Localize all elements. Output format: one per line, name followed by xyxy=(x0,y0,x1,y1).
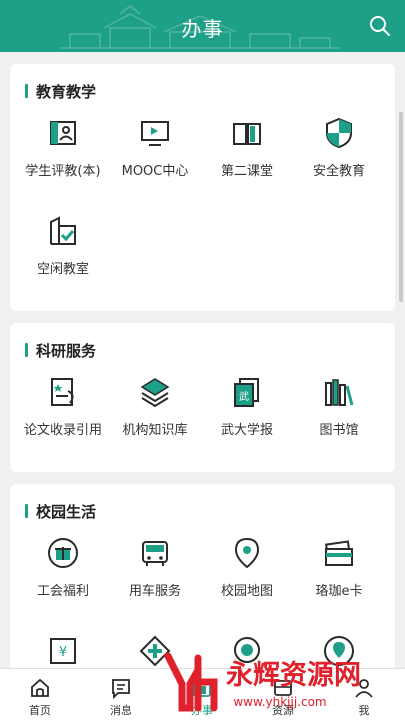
card-icon xyxy=(325,540,353,566)
library-books-icon xyxy=(325,379,354,406)
service-second-classroom[interactable]: 第二课堂 xyxy=(199,116,295,179)
service-knowledge-base[interactable]: 机构知识库 xyxy=(107,375,203,438)
video-screen-icon xyxy=(141,121,169,146)
message-icon xyxy=(112,679,130,699)
service-label: 武大学报 xyxy=(220,423,273,438)
yen-wallet-icon: ¥ xyxy=(50,638,76,664)
service-label: 珞珈e卡 xyxy=(315,584,363,599)
paper-star-icon xyxy=(51,378,74,406)
app-header: 办事 xyxy=(0,0,405,52)
section-title: 科研服务 xyxy=(25,341,97,360)
service-ecard[interactable]: 珞珈e卡 xyxy=(291,536,387,599)
tab-messages[interactable]: 消息 xyxy=(86,677,156,718)
service-label: 用车服务 xyxy=(128,584,181,599)
service-label: 安全教育 xyxy=(312,164,365,179)
main-content: 教育教学 学生评教(本) MOOC中心 第二课堂 安全教育 空闲教室 科研服务 … xyxy=(0,52,405,668)
title-accent-bar xyxy=(25,343,28,357)
service-student-evaluation[interactable]: 学生评教(本) xyxy=(15,116,111,179)
section-title: 校园生活 xyxy=(25,502,97,521)
service-library[interactable]: 图书馆 xyxy=(291,375,387,438)
tab-label: 首页 xyxy=(29,704,51,717)
page-title: 办事 xyxy=(181,17,224,41)
search-icon[interactable] xyxy=(369,15,391,37)
title-accent-bar xyxy=(25,84,28,98)
watermark-url: www.yhkjjj.com xyxy=(233,695,326,709)
map-pin-icon xyxy=(234,537,260,569)
service-label: 机构知识库 xyxy=(122,423,188,438)
service-payment[interactable]: ¥ xyxy=(15,634,111,668)
svg-text:武: 武 xyxy=(239,390,249,403)
section-research: 科研服务 论文收录引用 机构知识库 武 武大学报 图书馆 xyxy=(10,323,395,472)
watermark-text: 永辉资源网 xyxy=(225,660,361,691)
title-accent-bar xyxy=(25,504,28,518)
service-whu-journal[interactable]: 武 武大学报 xyxy=(199,375,295,438)
service-union-welfare[interactable]: 工会福利 xyxy=(15,536,111,599)
tab-home[interactable]: 首页 xyxy=(5,677,75,718)
section-title: 教育教学 xyxy=(25,82,97,101)
section-title-text: 科研服务 xyxy=(36,341,97,360)
bus-icon xyxy=(142,541,168,566)
service-vehicle[interactable]: 用车服务 xyxy=(107,536,203,599)
service-label: 校园地图 xyxy=(220,584,273,599)
service-campus-map[interactable]: 校园地图 xyxy=(199,536,295,599)
service-paper-citation[interactable]: 论文收录引用 xyxy=(15,375,111,438)
service-label: 论文收录引用 xyxy=(23,423,102,438)
gift-icon xyxy=(48,538,78,568)
service-label: 学生评教(本) xyxy=(25,164,101,179)
layers-icon xyxy=(140,378,170,408)
service-label: 工会福利 xyxy=(36,584,89,599)
shield-icon xyxy=(326,117,352,149)
tab-label: 消息 xyxy=(110,704,132,717)
section-title-text: 校园生活 xyxy=(36,502,97,521)
svg-text:¥: ¥ xyxy=(59,645,67,660)
building-check-icon xyxy=(50,216,76,245)
section-education: 教育教学 学生评教(本) MOOC中心 第二课堂 安全教育 空闲教室 xyxy=(10,64,395,311)
service-label: 图书馆 xyxy=(319,423,359,438)
service-label: MOOC中心 xyxy=(121,164,189,179)
open-book-icon xyxy=(233,123,261,145)
service-free-classroom[interactable]: 空闲教室 xyxy=(15,214,111,277)
section-title-text: 教育教学 xyxy=(36,82,97,101)
journal-icon: 武 xyxy=(234,378,259,407)
scrollbar[interactable] xyxy=(399,112,403,302)
service-label: 第二课堂 xyxy=(220,164,273,179)
student-evaluation-icon xyxy=(50,121,76,145)
site-watermark: 永辉资源网 www.yhkjjj.com xyxy=(164,652,361,712)
service-mooc[interactable]: MOOC中心 xyxy=(107,116,203,179)
home-icon xyxy=(31,678,49,697)
service-safety-education[interactable]: 安全教育 xyxy=(291,116,387,179)
service-label: 空闲教室 xyxy=(36,262,89,277)
